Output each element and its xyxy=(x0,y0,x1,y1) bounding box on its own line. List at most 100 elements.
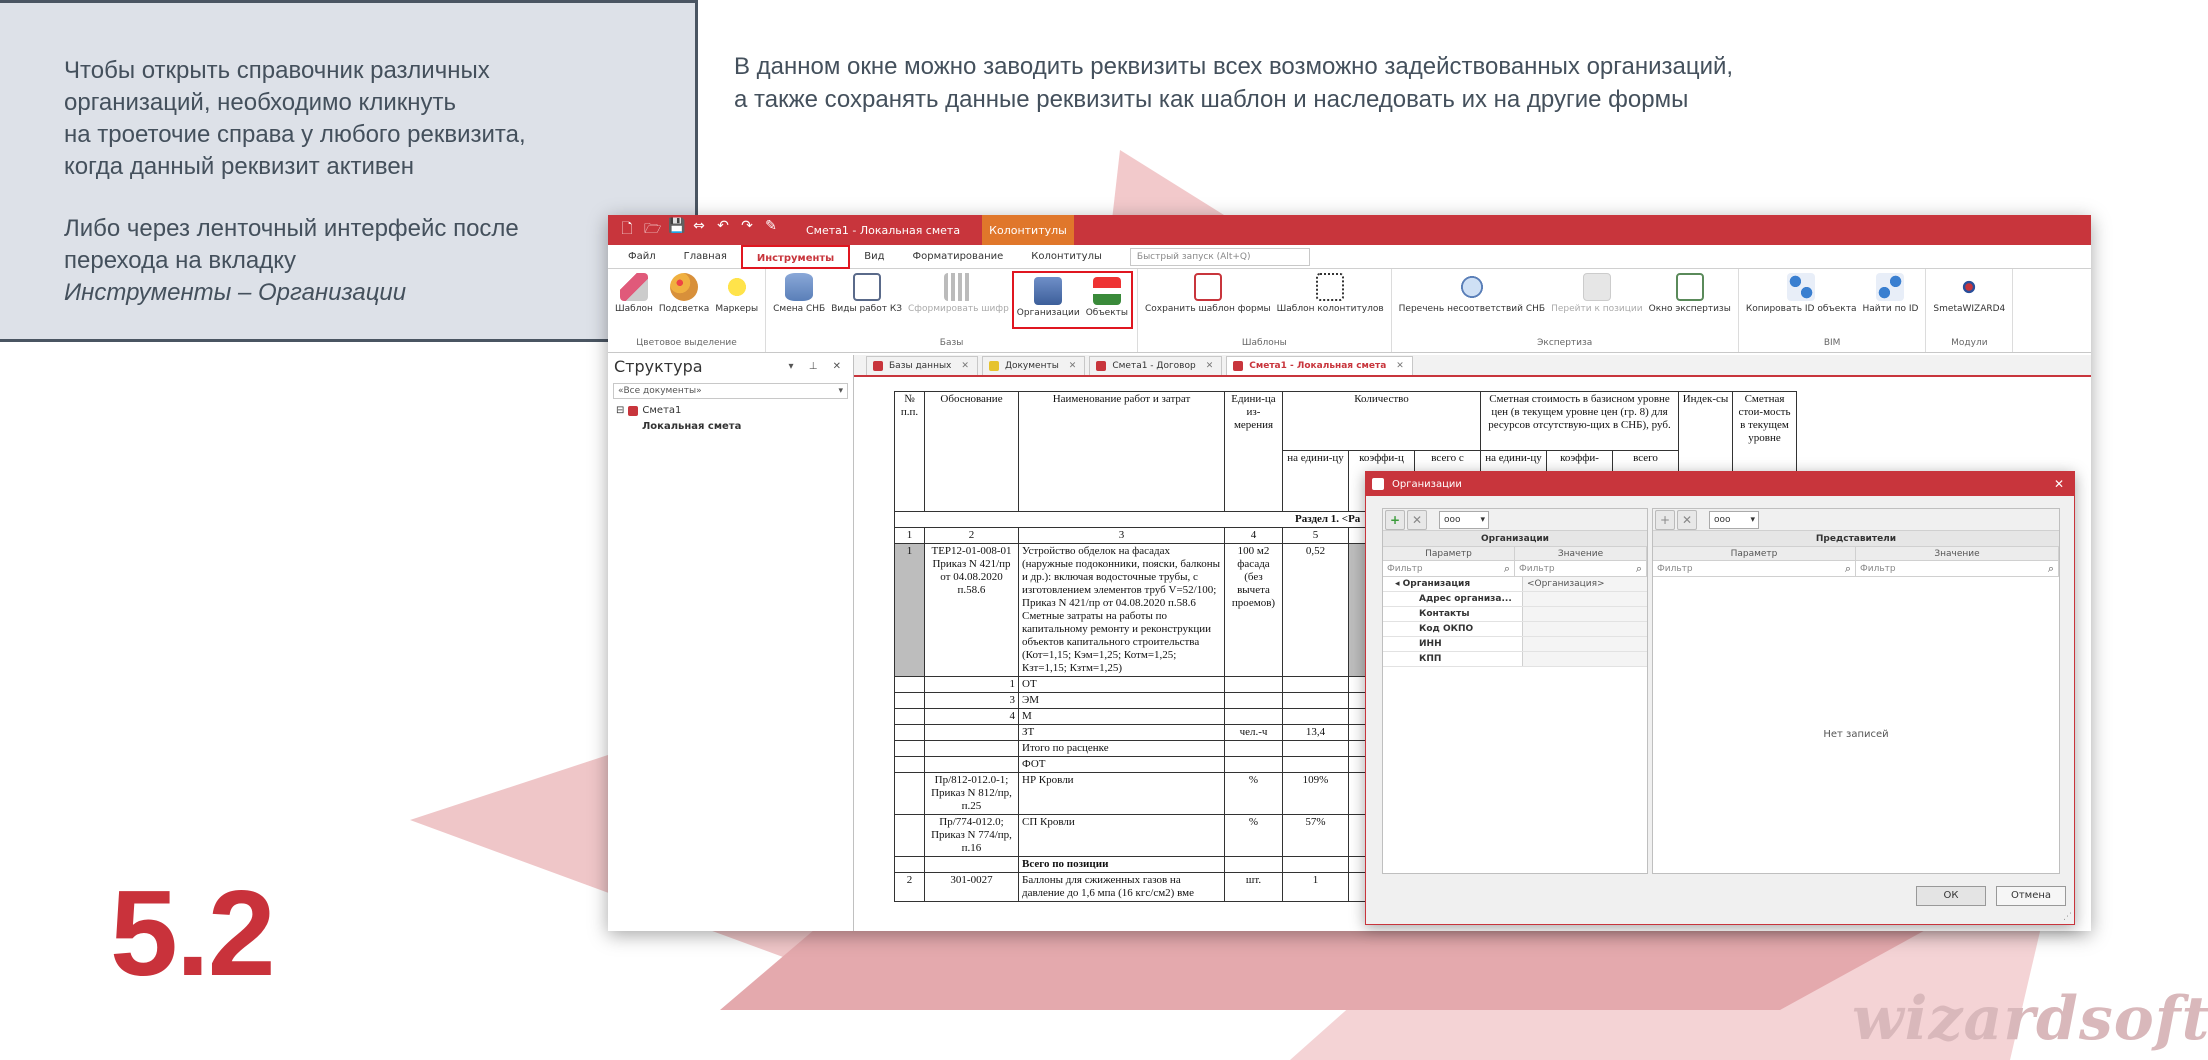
delete-icon[interactable]: ✕ xyxy=(1407,509,1427,530)
tab-label: Документы xyxy=(1004,361,1059,371)
param-label: Организация xyxy=(1402,579,1471,589)
param-value[interactable] xyxy=(1523,592,1647,606)
param-value[interactable] xyxy=(1523,637,1647,651)
estimate-icon xyxy=(628,406,639,416)
tree-row[interactable]: Код ОКПО xyxy=(1383,622,1647,637)
close-icon[interactable]: ✕ xyxy=(961,361,969,371)
copy-id-button[interactable]: Копировать ID объекта xyxy=(1743,269,1860,335)
arrows-icon[interactable]: ⇔ xyxy=(692,218,706,242)
tab-tools[interactable]: Инструменты xyxy=(740,244,851,269)
row-name: ЗТ xyxy=(1018,724,1225,741)
close-icon[interactable]: ✕ xyxy=(1069,361,1077,371)
tree-row[interactable]: ◂ Организация <Организация> xyxy=(1383,577,1647,592)
brush-icon[interactable]: ✎ xyxy=(764,218,778,242)
flag-icon xyxy=(1092,277,1121,305)
ribbon-group-color: Шаблон Подсветка Маркеры Цветовое выделе… xyxy=(608,269,767,352)
param-filter-input[interactable]: Фильтр xyxy=(1653,561,1856,577)
row-basis: Пр/774-012.0; Приказ N 774/пр, п.16 xyxy=(924,814,1019,857)
tab-file[interactable]: Файл xyxy=(614,245,670,269)
add-icon[interactable]: + xyxy=(1385,509,1405,530)
callout-line: на троеточие справа у любого реквизита, xyxy=(64,121,526,148)
change-snb-button[interactable]: Смена СНБ xyxy=(770,269,828,335)
delete-icon[interactable]: ✕ xyxy=(1677,509,1697,530)
ok-button[interactable]: ОК xyxy=(1916,886,1986,906)
header-template-button[interactable]: Шаблон колонтитулов xyxy=(1274,269,1387,335)
tab-headers[interactable]: Колонтитулы xyxy=(1017,245,1116,269)
qr-icon xyxy=(944,273,973,301)
add-icon[interactable]: + xyxy=(1655,509,1675,530)
param-key: Код ОКПО xyxy=(1383,622,1523,636)
palette-icon xyxy=(670,273,699,301)
quick-search-input[interactable]: Быстрый запуск (Alt+Q) xyxy=(1129,247,1310,266)
expertise-window-button[interactable]: Окно экспертизы xyxy=(1646,269,1734,335)
tree-item-local-estimate[interactable]: Локальная смета xyxy=(616,419,2091,931)
callout-path: Инструменты – Организации xyxy=(64,279,407,306)
tab-home[interactable]: Главная xyxy=(670,245,741,269)
callout-line: когда данный реквизит активен xyxy=(64,153,415,180)
highlight-button[interactable]: Подсветка xyxy=(656,269,712,335)
resize-grip-icon[interactable]: ⋰ xyxy=(2063,912,2072,922)
markers-button[interactable]: Маркеры xyxy=(712,269,761,335)
smetawizard-button[interactable]: SmetaWIZARD4 xyxy=(1930,269,2008,335)
param-filter-input[interactable]: Фильтр xyxy=(1383,561,1515,577)
open-folder-icon[interactable]: 🗁 xyxy=(644,218,661,242)
doc-tab-documents[interactable]: Документы ✕ xyxy=(981,356,1086,375)
param-value[interactable]: <Организация> xyxy=(1523,577,1647,591)
document-filter-select[interactable]: «Все документы» xyxy=(613,383,848,399)
objects-button[interactable]: Объекты xyxy=(1083,273,1131,327)
structure-pane: Структура ▾ ⊥ ✕ «Все документы» ⊟ Смета1 … xyxy=(608,355,2091,931)
goto-position-button[interactable]: Перейти к позиции xyxy=(1548,269,1646,335)
close-icon[interactable]: ✕ xyxy=(2054,477,2064,491)
organizations-button[interactable]: Организации xyxy=(1014,273,1083,327)
row-name: ЭМ xyxy=(1018,692,1225,709)
row-name: Итого по расценке xyxy=(1018,740,1225,757)
tree-row[interactable]: Контакты xyxy=(1383,607,1647,622)
tab-label: Смета1 - Договор xyxy=(1112,361,1196,371)
new-doc-icon[interactable]: 🗋 xyxy=(620,218,634,242)
cancel-button[interactable]: Отмена xyxy=(1996,886,2066,906)
doc-tab-local-estimate[interactable]: Смета1 - Локальная смета ✕ xyxy=(1226,356,1413,375)
template-button[interactable]: Шаблон xyxy=(612,269,656,335)
param-value[interactable] xyxy=(1523,652,1647,666)
value-filter-input[interactable]: Фильтр xyxy=(1515,561,1647,577)
tree-row[interactable]: КПП xyxy=(1383,652,1647,667)
save-icon[interactable]: 💾 xyxy=(668,218,685,242)
org-type-select[interactable]: ооо xyxy=(1439,510,1489,529)
param-key: Контакты xyxy=(1383,607,1523,621)
tab-format[interactable]: Форматирование xyxy=(899,245,1018,269)
find-id-icon xyxy=(1876,273,1905,301)
column-header: Параметр xyxy=(1383,547,1515,560)
tab-view[interactable]: Вид xyxy=(850,245,898,269)
header-cell: Наименование работ и затрат xyxy=(1018,391,1225,512)
close-icon[interactable]: ✕ xyxy=(1206,361,1214,371)
save-form-template-button[interactable]: Сохранить шаблон формы xyxy=(1142,269,1274,335)
tree-row[interactable]: Адрес организа... xyxy=(1383,592,1647,607)
value-filter-input[interactable]: Фильтр xyxy=(1856,561,2059,577)
pane-controls[interactable]: ▾ ⊥ ✕ xyxy=(789,361,847,372)
doc-tab-databases[interactable]: Базы данных ✕ xyxy=(866,356,978,375)
callout-line: Чтобы открыть справочник различных xyxy=(64,57,490,84)
param-value[interactable] xyxy=(1523,607,1647,621)
mismatch-list-button[interactable]: Перечень несоответствий СНБ xyxy=(1396,269,1548,335)
redo-icon[interactable]: ↷ xyxy=(740,218,754,242)
row-qty: 1 xyxy=(1282,872,1349,902)
instruction-callout: Чтобы открыть справочник различных орган… xyxy=(0,0,698,342)
expert-icon xyxy=(1675,273,1704,301)
work-types-button[interactable]: Виды работ КЗ xyxy=(828,269,905,335)
expand-icon[interactable]: ◂ xyxy=(1395,579,1403,589)
doc-tab-contract[interactable]: Смета1 - Договор ✕ xyxy=(1089,356,1223,375)
button-label: Виды работ КЗ xyxy=(831,304,902,314)
filter-row: Фильтр Фильтр xyxy=(1383,561,1647,577)
col-number: 4 xyxy=(1224,527,1283,544)
close-icon[interactable]: ✕ xyxy=(1396,361,1404,371)
book-icon xyxy=(852,273,881,301)
param-value[interactable] xyxy=(1523,622,1647,636)
find-by-id-button[interactable]: Найти по ID xyxy=(1860,269,1922,335)
tab-label: Смета1 - Локальная смета xyxy=(1249,361,1387,371)
tree-item-estimate[interactable]: ⊟ Смета1 xyxy=(616,403,853,419)
generate-code-button[interactable]: Сформировать шифр xyxy=(905,269,1012,335)
collapse-icon[interactable]: ⊟ xyxy=(616,403,624,419)
undo-icon[interactable]: ↶ xyxy=(716,218,730,242)
rep-type-select[interactable]: ооо xyxy=(1709,510,1759,529)
tree-row[interactable]: ИНН xyxy=(1383,637,1647,652)
